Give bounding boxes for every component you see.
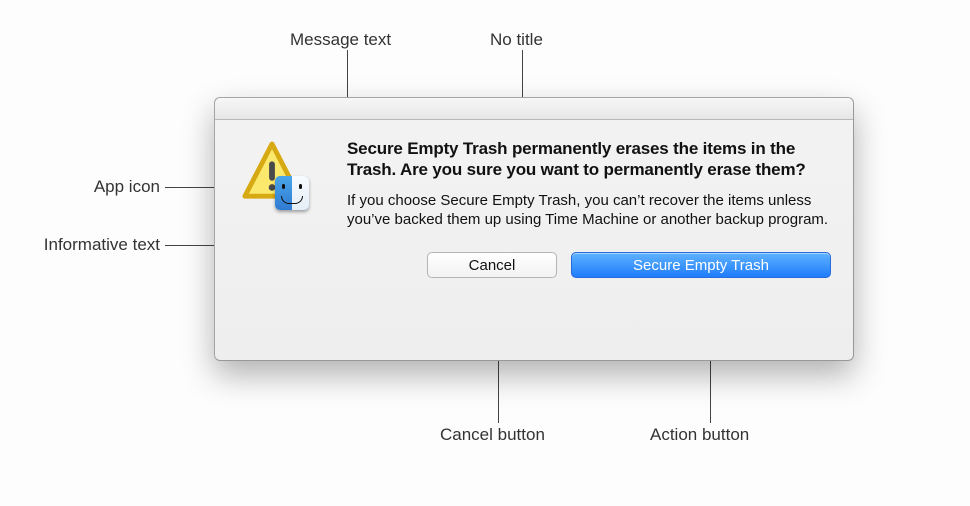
informative-text: If you choose Secure Empty Trash, you ca…	[347, 191, 831, 231]
finder-icon	[275, 176, 309, 210]
cancel-button[interactable]: Cancel	[427, 252, 557, 278]
annotation-message-text: Message text	[290, 30, 391, 50]
dialog-titlebar	[215, 98, 853, 120]
alert-dialog: Secure Empty Trash permanently erases th…	[214, 97, 854, 361]
annotation-action-button: Action button	[650, 425, 749, 445]
annotation-app-icon: App icon	[70, 177, 160, 197]
message-text: Secure Empty Trash permanently erases th…	[347, 138, 831, 181]
annotation-cancel-button: Cancel button	[440, 425, 545, 445]
button-row: Cancel Secure Empty Trash	[347, 252, 831, 278]
action-button[interactable]: Secure Empty Trash	[571, 252, 831, 278]
annotation-informative-text: Informative text	[10, 235, 160, 255]
annotation-no-title: No title	[490, 30, 543, 50]
app-icon	[239, 138, 311, 210]
